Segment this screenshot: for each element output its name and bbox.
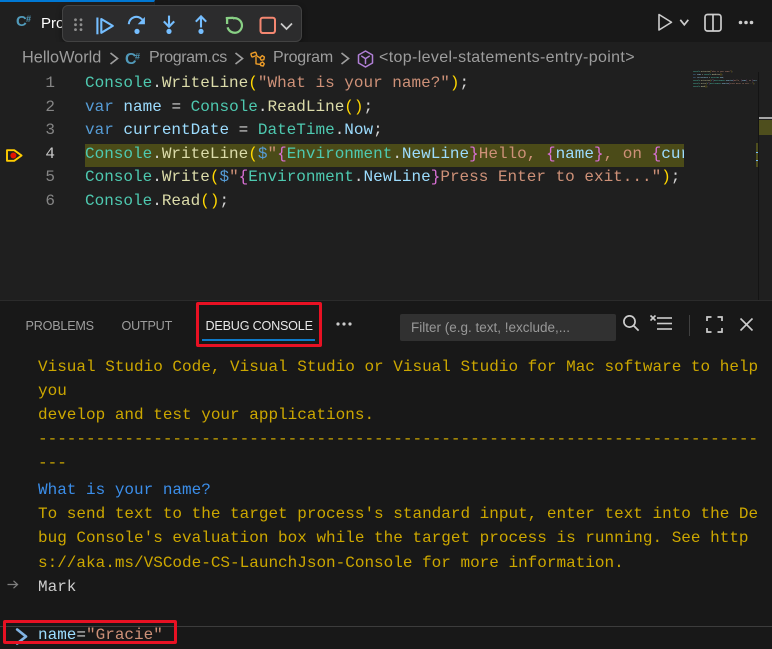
- svg-text:#: #: [135, 52, 140, 62]
- svg-text:#: #: [26, 14, 31, 24]
